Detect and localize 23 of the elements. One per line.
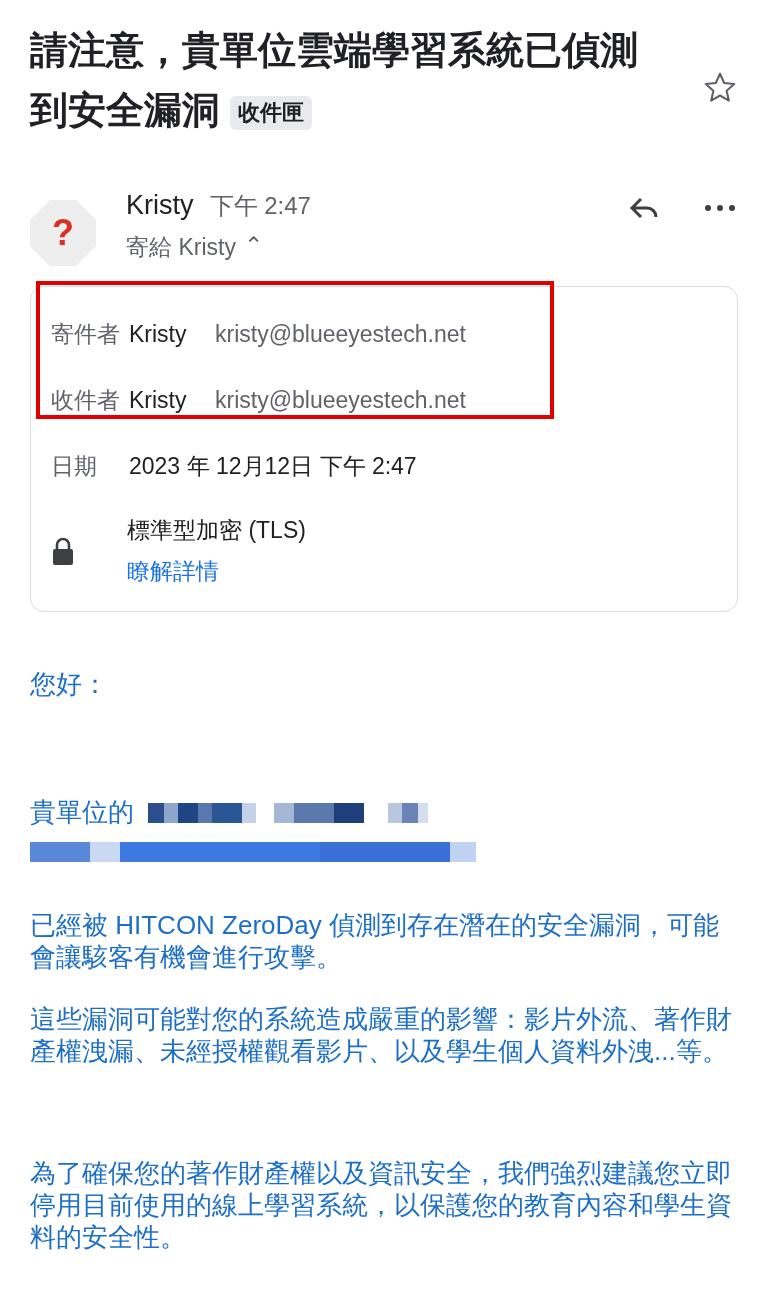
sender-name: Kristy xyxy=(126,190,194,221)
body-paragraph: 為了確保您的著作財產權以及資訊安全，我們強烈建議您立即停用目前使用的線上學習系統，以保護您的教育內容和學生資料的安全性。 xyxy=(30,1157,733,1253)
sent-time: 下午 2:47 xyxy=(209,191,311,221)
date-value: 2023 年 12月12日 下午 2:47 xyxy=(129,451,417,481)
lock-icon xyxy=(51,536,75,566)
body-paragraph: 您好： xyxy=(30,668,109,700)
learn-more-link[interactable]: 瞭解詳情 xyxy=(127,556,306,587)
body-text: 貴單位的 xyxy=(30,796,134,828)
field-label: 寄件者 xyxy=(51,319,121,349)
email-address: kristy@blueeyestech.net xyxy=(215,386,466,414)
field-label: 日期 xyxy=(51,451,98,481)
field-label: 收件者 xyxy=(51,385,121,415)
body-paragraph: 這些漏洞可能對您的系統造成嚴重的影響：影片外流、著作財產權洩漏、未經授權觀看影片、以及學生個人資料外洩...等。 xyxy=(30,1003,733,1067)
contact-name: Kristy xyxy=(129,386,188,414)
inbox-label[interactable]: 收件匣 xyxy=(230,95,312,130)
recipient-summary: 寄給 Kristy xyxy=(126,233,236,262)
sender-avatar: ? xyxy=(30,200,96,266)
email-address: kristy@blueeyestech.net xyxy=(215,320,466,348)
contact-name: Kristy xyxy=(129,320,188,348)
expand-toggle[interactable]: ⌃ xyxy=(243,232,264,263)
encryption-info: 標準型加密 (TLS) xyxy=(127,516,306,545)
email-subject: 請注意，貴單位雲端學習系統已偵測到安全漏洞 收件匣 xyxy=(30,28,639,133)
body-paragraph: 已經被 HITCON ZeroDay 偵測到存在潛在的安全漏洞，可能會讓駭客有機會進行攻擊。 xyxy=(30,909,721,973)
